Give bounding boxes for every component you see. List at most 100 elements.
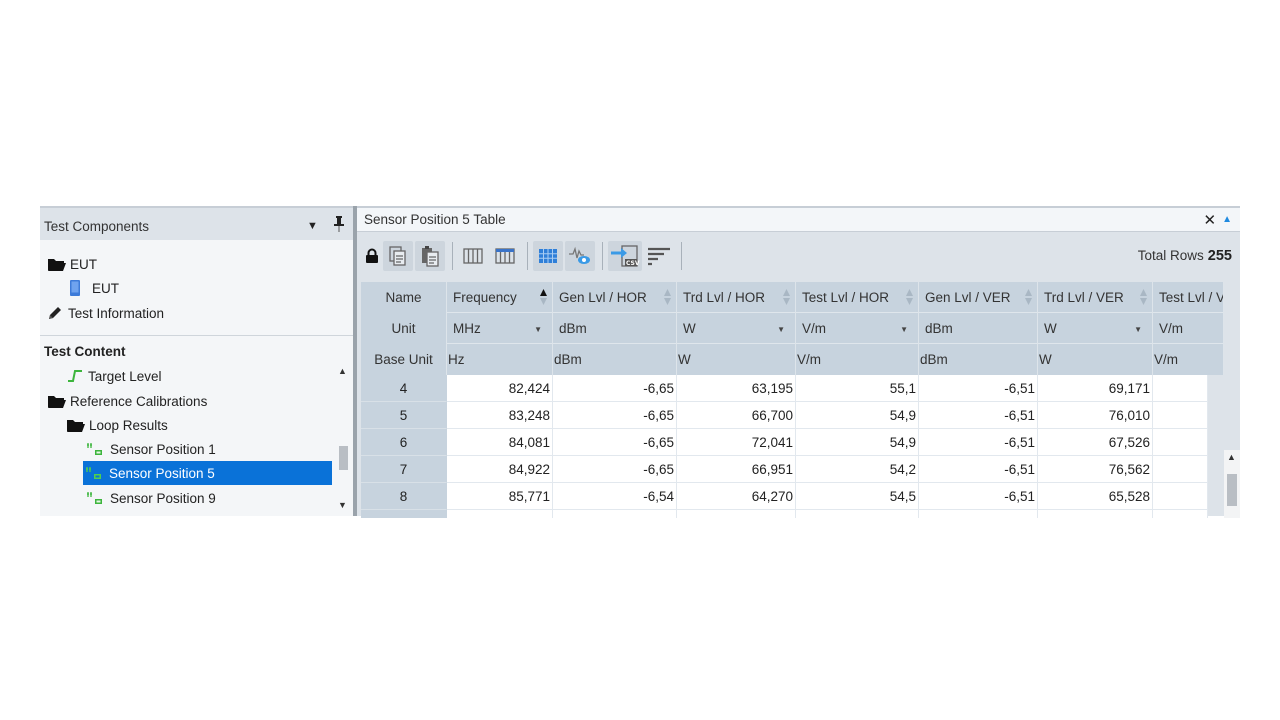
tree-item-loop-results[interactable]: Loop Results: [65, 414, 168, 436]
dropdown-arrow-icon[interactable]: ▼: [900, 325, 908, 334]
cell-test-lvl-hor[interactable]: 54,9: [796, 402, 919, 429]
column-header-gen-lvl-hor[interactable]: Gen Lvl / HOR: [553, 282, 677, 313]
export-csv-icon[interactable]: CSV: [608, 241, 642, 271]
close-icon[interactable]: ✕: [1204, 211, 1217, 229]
tree-item-reference-calibrations[interactable]: Reference Calibrations: [46, 390, 207, 412]
cell-trd-lvl-ver[interactable]: 76,010: [1038, 402, 1153, 429]
pencil-icon: [44, 305, 66, 321]
row-index[interactable]: 4: [361, 375, 447, 402]
scrollbar-thumb[interactable]: [339, 446, 348, 470]
cell-gen-lvl-ver[interactable]: -6,51: [919, 456, 1038, 483]
cell-trd-lvl-hor[interactable]: 66,951: [677, 456, 796, 483]
signal-view-icon[interactable]: [565, 241, 595, 271]
sort-icon[interactable]: [905, 288, 914, 306]
column-header-test-lvl-ver[interactable]: Test Lvl / V: [1153, 282, 1224, 313]
cell-test-lvl-ver[interactable]: [1153, 483, 1208, 510]
table-row[interactable]: 7 84,922 -6,65 66,951 54,2 -6,51 76,562: [361, 456, 1208, 483]
cell-frequency[interactable]: 84,081: [447, 429, 553, 456]
sort-icon[interactable]: [782, 288, 791, 306]
cell-trd-lvl-hor[interactable]: 66,700: [677, 402, 796, 429]
tree-item-sensor-position-9[interactable]: Sensor Position 9: [84, 487, 216, 509]
sort-ascending-icon[interactable]: [539, 288, 548, 306]
lock-icon[interactable]: [363, 241, 381, 271]
table-row[interactable]: 8 85,771 -6,54 64,270 54,5 -6,51 65,528: [361, 483, 1208, 510]
dropdown-arrow-icon[interactable]: ▼: [1134, 325, 1142, 334]
row-index[interactable]: 8: [361, 483, 447, 510]
scrollbar-thumb[interactable]: [1227, 474, 1237, 506]
cell-gen-lvl-hor[interactable]: -6,65: [553, 402, 677, 429]
cell-gen-lvl-hor[interactable]: -6,54: [553, 483, 677, 510]
cell-trd-lvl-hor[interactable]: 64,270: [677, 483, 796, 510]
cell-test-lvl-ver[interactable]: [1153, 375, 1208, 402]
column-header-test-lvl-hor[interactable]: Test Lvl / HOR: [796, 282, 919, 313]
grid-icon[interactable]: [533, 241, 563, 271]
scroll-up-arrow-icon[interactable]: ▲: [1227, 452, 1236, 462]
cell-trd-lvl-hor[interactable]: 72,041: [677, 429, 796, 456]
row-header-label: Base Unit: [361, 344, 447, 375]
column-name: Test Lvl / V: [1159, 290, 1224, 305]
cell-frequency[interactable]: 83,248: [447, 402, 553, 429]
cell-frequency[interactable]: 85,771: [447, 483, 553, 510]
paste-icon[interactable]: [415, 241, 445, 271]
cell-test-lvl-hor[interactable]: 55,1: [796, 375, 919, 402]
sort-icon[interactable]: [663, 288, 672, 306]
column-header-trd-lvl-hor[interactable]: Trd Lvl / HOR: [677, 282, 796, 313]
pin-icon[interactable]: [333, 214, 349, 235]
cell-gen-lvl-ver[interactable]: -6,51: [919, 429, 1038, 456]
cell-trd-lvl-ver[interactable]: 65,528: [1038, 483, 1153, 510]
tree-item-sensor-position-5[interactable]: Sensor Position 5: [83, 461, 332, 485]
row-index[interactable]: 6: [361, 429, 447, 456]
sort-lines-icon[interactable]: [644, 241, 674, 271]
cell-gen-lvl-hor[interactable]: -6,65: [553, 429, 677, 456]
cell-gen-lvl-hor[interactable]: -6,65: [553, 375, 677, 402]
cell-trd-lvl-hor[interactable]: 63,195: [677, 375, 796, 402]
grid-scrollbar[interactable]: ▲: [1224, 450, 1240, 518]
cell-test-lvl-ver[interactable]: [1153, 456, 1208, 483]
unit-select-trd-lvl-hor[interactable]: W ▼: [677, 313, 796, 344]
row-header-label: Unit: [361, 313, 447, 344]
scroll-down-arrow-icon[interactable]: ▼: [338, 500, 347, 510]
sensor-icon: [83, 466, 105, 480]
table-row[interactable]: 6 84,081 -6,65 72,041 54,9 -6,51 67,526: [361, 429, 1208, 456]
column-header-trd-lvl-ver[interactable]: Trd Lvl / VER: [1038, 282, 1153, 313]
table-row[interactable]: 4 82,424 -6,65 63,195 55,1 -6,51 69,171: [361, 375, 1208, 402]
tree-item-test-information[interactable]: Test Information: [44, 302, 164, 324]
tree-item-eut-folder[interactable]: EUT: [46, 253, 97, 275]
cell-test-lvl-ver[interactable]: [1153, 429, 1208, 456]
cell-trd-lvl-ver[interactable]: 69,171: [1038, 375, 1153, 402]
tree-item-sensor-position-1[interactable]: Sensor Position 1: [84, 438, 216, 460]
unit-select-frequency[interactable]: MHz ▼: [447, 313, 553, 344]
cell-test-lvl-hor[interactable]: 54,2: [796, 456, 919, 483]
cell-gen-lvl-ver[interactable]: -6,51: [919, 375, 1038, 402]
copy-icon[interactable]: [383, 241, 413, 271]
column-header-gen-lvl-ver[interactable]: Gen Lvl / VER: [919, 282, 1038, 313]
columns-icon[interactable]: [458, 241, 488, 271]
cell-test-lvl-hor[interactable]: 54,5: [796, 483, 919, 510]
collapse-arrow-icon[interactable]: ▲: [1222, 214, 1232, 225]
tree-item-eut-device[interactable]: EUT: [64, 277, 119, 299]
row-index[interactable]: 7: [361, 456, 447, 483]
cell-gen-lvl-hor[interactable]: -6,65: [553, 456, 677, 483]
row-index[interactable]: 5: [361, 402, 447, 429]
sort-icon[interactable]: [1024, 288, 1033, 306]
unit-select-test-lvl-hor[interactable]: V/m ▼: [796, 313, 919, 344]
tree-scrollbar[interactable]: ▲ ▼: [336, 366, 350, 516]
column-header-frequency[interactable]: Frequency: [447, 282, 553, 313]
cell-frequency[interactable]: 84,922: [447, 456, 553, 483]
column-header-icon[interactable]: [490, 241, 520, 271]
cell-trd-lvl-ver[interactable]: 67,526: [1038, 429, 1153, 456]
table-row[interactable]: 5 83,248 -6,65 66,700 54,9 -6,51 76,010: [361, 402, 1208, 429]
scroll-up-arrow-icon[interactable]: ▲: [338, 366, 347, 376]
unit-select-trd-lvl-ver[interactable]: W ▼: [1038, 313, 1153, 344]
cell-test-lvl-ver[interactable]: [1153, 402, 1208, 429]
cell-frequency[interactable]: 82,424: [447, 375, 553, 402]
dropdown-arrow-icon[interactable]: ▼: [777, 325, 785, 334]
cell-trd-lvl-ver[interactable]: 76,562: [1038, 456, 1153, 483]
dropdown-arrow-icon[interactable]: ▼: [534, 325, 542, 334]
tree-item-target-level[interactable]: Target Level: [64, 365, 162, 387]
cell-test-lvl-hor[interactable]: 54,9: [796, 429, 919, 456]
sort-icon[interactable]: [1139, 288, 1148, 306]
dropdown-arrow-icon[interactable]: ▼: [307, 216, 323, 232]
cell-gen-lvl-ver[interactable]: -6,51: [919, 483, 1038, 510]
cell-gen-lvl-ver[interactable]: -6,51: [919, 402, 1038, 429]
